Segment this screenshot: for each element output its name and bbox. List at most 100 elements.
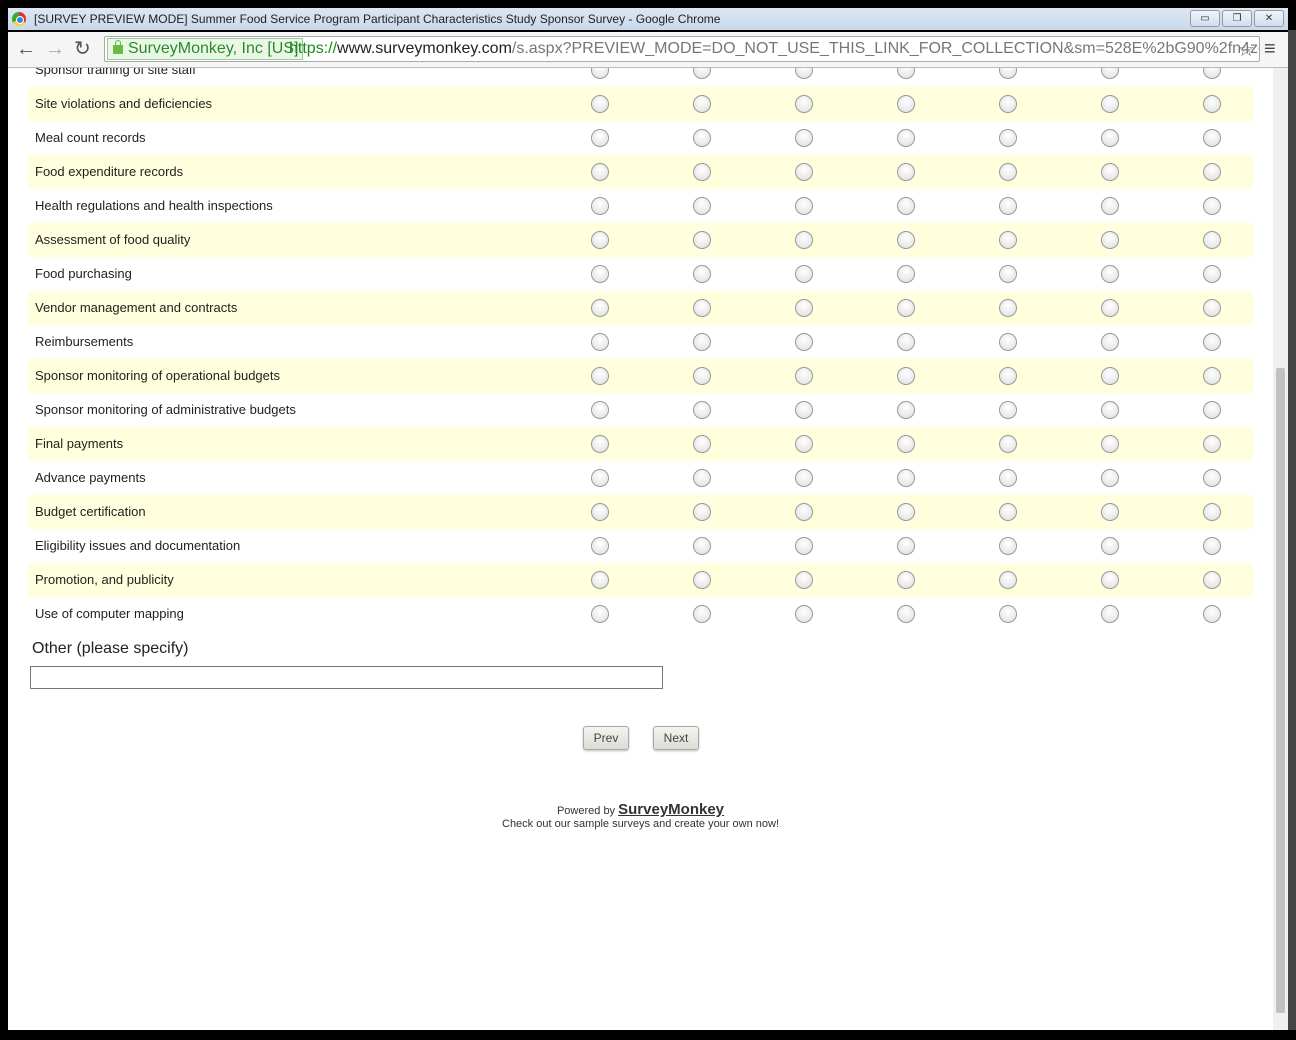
radio-option[interactable] <box>999 95 1017 113</box>
radio-option[interactable] <box>795 231 813 249</box>
radio-option[interactable] <box>1203 537 1221 555</box>
radio-option[interactable] <box>795 401 813 419</box>
forward-icon[interactable]: → <box>45 38 65 60</box>
radio-option[interactable] <box>591 265 609 283</box>
radio-option[interactable] <box>999 503 1017 521</box>
radio-option[interactable] <box>1203 68 1221 79</box>
radio-option[interactable] <box>897 163 915 181</box>
radio-option[interactable] <box>1203 469 1221 487</box>
radio-option[interactable] <box>1101 503 1119 521</box>
radio-option[interactable] <box>1101 333 1119 351</box>
ev-certificate-badge[interactable]: SurveyMonkey, Inc [US] <box>107 38 304 60</box>
radio-option[interactable] <box>1101 299 1119 317</box>
radio-option[interactable] <box>693 537 711 555</box>
scrollbar-thumb[interactable] <box>1276 368 1285 1013</box>
radio-option[interactable] <box>999 299 1017 317</box>
radio-option[interactable] <box>1203 299 1221 317</box>
radio-option[interactable] <box>1101 163 1119 181</box>
radio-option[interactable] <box>897 95 915 113</box>
radio-option[interactable] <box>897 537 915 555</box>
radio-option[interactable] <box>1203 231 1221 249</box>
radio-option[interactable] <box>795 469 813 487</box>
bookmark-star-icon[interactable]: ☆ <box>1237 37 1255 61</box>
radio-option[interactable] <box>795 503 813 521</box>
radio-option[interactable] <box>693 95 711 113</box>
radio-option[interactable] <box>999 571 1017 589</box>
radio-option[interactable] <box>999 401 1017 419</box>
radio-option[interactable] <box>591 299 609 317</box>
radio-option[interactable] <box>693 469 711 487</box>
radio-option[interactable] <box>693 163 711 181</box>
prev-button[interactable]: Prev <box>583 726 629 750</box>
radio-option[interactable] <box>1101 401 1119 419</box>
radio-option[interactable] <box>591 231 609 249</box>
radio-option[interactable] <box>591 163 609 181</box>
radio-option[interactable] <box>693 333 711 351</box>
radio-option[interactable] <box>1203 503 1221 521</box>
radio-option[interactable] <box>1101 469 1119 487</box>
radio-option[interactable] <box>897 231 915 249</box>
radio-option[interactable] <box>795 537 813 555</box>
vertical-scrollbar[interactable] <box>1273 68 1288 1030</box>
radio-option[interactable] <box>591 129 609 147</box>
radio-option[interactable] <box>1203 163 1221 181</box>
radio-option[interactable] <box>1101 129 1119 147</box>
radio-option[interactable] <box>1101 435 1119 453</box>
radio-option[interactable] <box>795 95 813 113</box>
radio-option[interactable] <box>897 605 915 623</box>
radio-option[interactable] <box>1203 197 1221 215</box>
radio-option[interactable] <box>1101 537 1119 555</box>
radio-option[interactable] <box>693 435 711 453</box>
radio-option[interactable] <box>795 197 813 215</box>
radio-option[interactable] <box>693 265 711 283</box>
radio-option[interactable] <box>999 68 1017 79</box>
radio-option[interactable] <box>795 265 813 283</box>
radio-option[interactable] <box>591 68 609 79</box>
radio-option[interactable] <box>1101 95 1119 113</box>
close-button[interactable]: ✕ <box>1254 10 1284 27</box>
radio-option[interactable] <box>1101 265 1119 283</box>
radio-option[interactable] <box>591 537 609 555</box>
radio-option[interactable] <box>591 401 609 419</box>
radio-option[interactable] <box>1101 571 1119 589</box>
radio-option[interactable] <box>1101 197 1119 215</box>
radio-option[interactable] <box>999 537 1017 555</box>
radio-option[interactable] <box>999 197 1017 215</box>
radio-option[interactable] <box>999 265 1017 283</box>
radio-option[interactable] <box>693 605 711 623</box>
radio-option[interactable] <box>1203 401 1221 419</box>
radio-option[interactable] <box>693 197 711 215</box>
back-icon[interactable]: ← <box>16 38 36 60</box>
radio-option[interactable] <box>897 197 915 215</box>
sample-surveys-link[interactable]: sample surveys <box>574 818 650 830</box>
radio-option[interactable] <box>795 605 813 623</box>
radio-option[interactable] <box>795 163 813 181</box>
radio-option[interactable] <box>1101 231 1119 249</box>
radio-option[interactable] <box>693 68 711 79</box>
radio-option[interactable] <box>999 469 1017 487</box>
radio-option[interactable] <box>999 605 1017 623</box>
radio-option[interactable] <box>897 367 915 385</box>
radio-option[interactable] <box>999 367 1017 385</box>
radio-option[interactable] <box>693 401 711 419</box>
radio-option[interactable] <box>591 367 609 385</box>
minimize-button[interactable]: ▭ <box>1190 10 1220 27</box>
radio-option[interactable] <box>591 571 609 589</box>
radio-option[interactable] <box>999 231 1017 249</box>
radio-option[interactable] <box>897 299 915 317</box>
radio-option[interactable] <box>591 605 609 623</box>
radio-option[interactable] <box>591 435 609 453</box>
radio-option[interactable] <box>693 571 711 589</box>
menu-icon[interactable]: ≡ <box>1264 38 1276 61</box>
radio-option[interactable] <box>1203 129 1221 147</box>
radio-option[interactable] <box>693 503 711 521</box>
radio-option[interactable] <box>1203 333 1221 351</box>
radio-option[interactable] <box>795 571 813 589</box>
radio-option[interactable] <box>795 299 813 317</box>
radio-option[interactable] <box>1203 605 1221 623</box>
radio-option[interactable] <box>693 129 711 147</box>
radio-option[interactable] <box>591 95 609 113</box>
radio-option[interactable] <box>1203 435 1221 453</box>
radio-option[interactable] <box>999 435 1017 453</box>
other-input[interactable] <box>30 666 663 689</box>
